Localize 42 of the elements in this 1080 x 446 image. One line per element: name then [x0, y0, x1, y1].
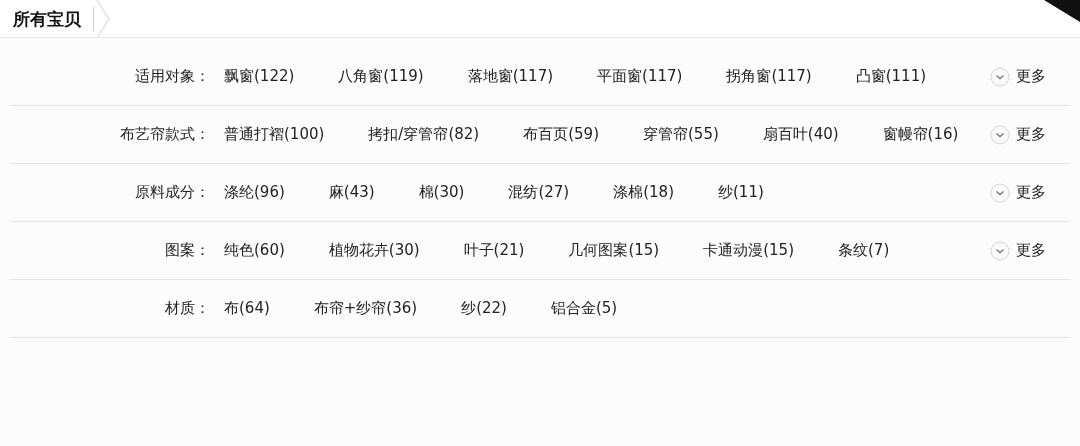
chevron-down-icon [990, 66, 1010, 87]
filter-option[interactable]: 布(64) [224, 290, 270, 327]
filter-option[interactable]: 纱(22) [461, 290, 507, 327]
filter-option[interactable]: 凸窗(111) [855, 58, 927, 95]
filter-option[interactable]: 棉(30) [418, 174, 465, 211]
filter-option[interactable]: 涤棉(18) [613, 174, 674, 211]
filter-option[interactable]: 窗幔帘(16) [882, 116, 959, 153]
filter-option[interactable]: 八角窗(119) [338, 58, 424, 95]
filter-option[interactable]: 布帘+纱帘(36) [313, 290, 418, 327]
filter-label: 适用对象： [134, 66, 211, 87]
filter-option[interactable]: 落地窗(117) [467, 58, 554, 95]
filter-label: 图案： [164, 240, 211, 261]
filter-label: 原料成分： [134, 182, 211, 203]
filter-option[interactable]: 纱(11) [718, 174, 764, 211]
more-button[interactable]: 更多 [990, 174, 1046, 211]
filter-option[interactable]: 布百页(59) [523, 116, 599, 153]
more-button[interactable]: 更多 [990, 116, 1046, 153]
filter-option[interactable]: 扇百叶(40) [762, 116, 839, 153]
filter-option[interactable]: 植物花卉(30) [328, 232, 420, 269]
filter-option[interactable]: 平面窗(117) [597, 58, 683, 95]
filter-option[interactable]: 拐角窗(117) [726, 58, 812, 95]
filter-option[interactable]: 卡通动漫(15) [703, 232, 794, 269]
chevron-down-icon [990, 240, 1010, 261]
chevron-down-icon [990, 182, 1010, 203]
filter-option[interactable]: 穿管帘(55) [643, 116, 719, 153]
more-button[interactable]: 更多 [990, 232, 1046, 269]
filter-option[interactable]: 纯色(60) [224, 232, 285, 269]
filter-option[interactable]: 拷扣/穿管帘(82) [368, 116, 480, 153]
filter-option[interactable]: 条纹(7) [838, 232, 890, 269]
filter-label: 布艺帘款式： [119, 124, 211, 145]
more-button[interactable]: 更多 [990, 58, 1046, 95]
filter-option[interactable]: 麻(43) [328, 174, 375, 211]
filter-option[interactable]: 普通打褶(100) [224, 116, 325, 153]
filter-option[interactable]: 叶子(21) [463, 232, 525, 269]
filter-option[interactable]: 混纺(27) [508, 174, 570, 211]
chevron-down-icon [990, 124, 1010, 145]
filter-label: 材质： [164, 298, 211, 319]
filter-option[interactable]: 铝合金(5) [550, 290, 618, 327]
page-title: 所有宝贝 [0, 6, 94, 31]
filter-option[interactable]: 几何图案(15) [568, 232, 660, 269]
filter-option[interactable]: 涤纶(96) [224, 174, 285, 211]
filter-option[interactable]: 飘窗(122) [224, 58, 295, 95]
